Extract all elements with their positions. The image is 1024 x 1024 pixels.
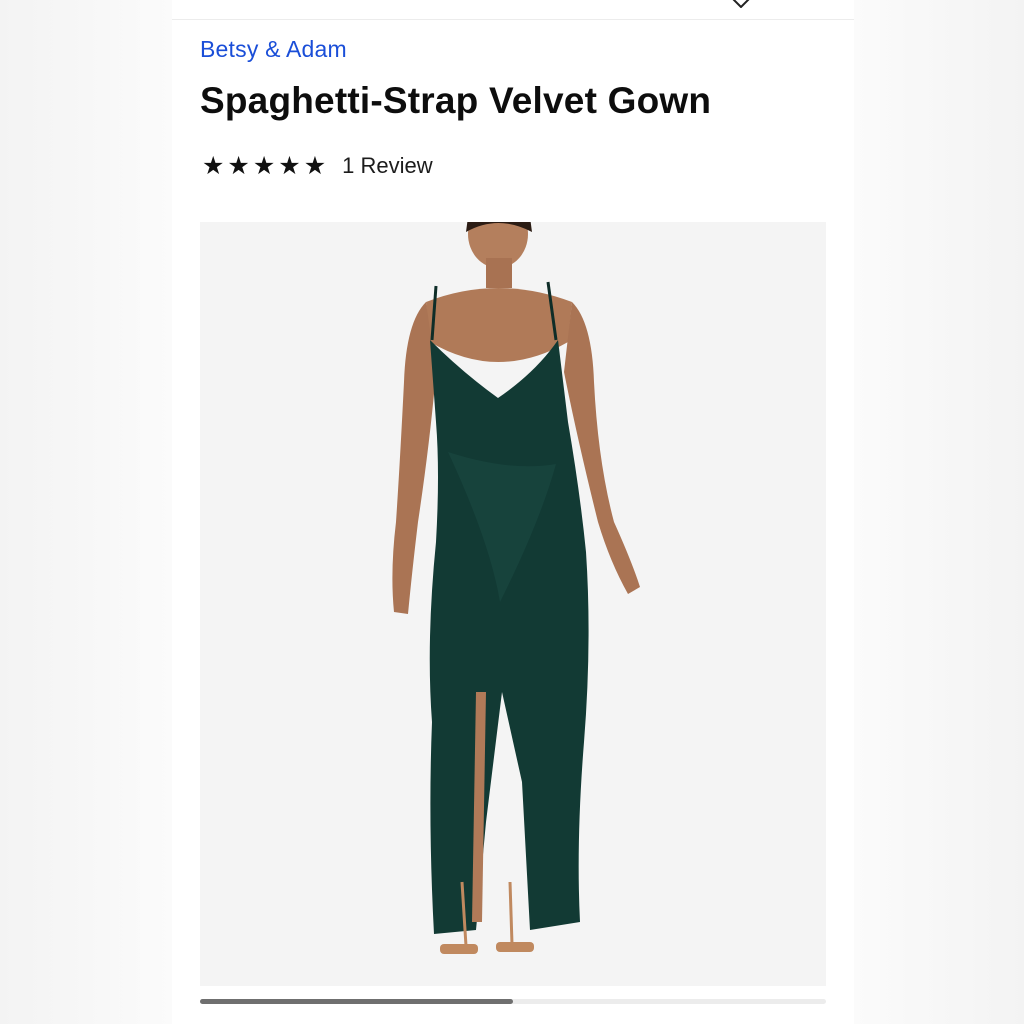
top-bar	[172, 0, 854, 20]
product-title: Spaghetti-Strap Velvet Gown	[200, 80, 712, 121]
heart-icon[interactable]	[730, 0, 752, 8]
menu-icon[interactable]	[782, 0, 812, 2]
star-icon: ★	[202, 152, 225, 180]
scrollbar-thumb[interactable]	[200, 999, 513, 1004]
background-left	[0, 0, 172, 1024]
rating-row[interactable]: ★ ★ ★ ★ ★ 1 Review	[202, 151, 433, 181]
background-right	[854, 0, 1024, 1024]
review-count-link[interactable]: 1 Review	[342, 153, 432, 179]
star-icon: ★	[303, 152, 327, 180]
brand-link[interactable]: Betsy & Adam	[200, 36, 347, 63]
product-card: Betsy & Adam Spaghetti-Strap Velvet Gown…	[172, 0, 854, 1024]
star-icon: ★	[278, 152, 301, 180]
product-image[interactable]	[200, 222, 826, 986]
model-illustration	[392, 222, 640, 954]
star-icon: ★	[227, 152, 250, 180]
star-rating: ★ ★ ★ ★ ★	[202, 151, 326, 181]
star-icon: ★	[252, 152, 276, 180]
image-gallery-scrollbar[interactable]	[200, 999, 826, 1004]
